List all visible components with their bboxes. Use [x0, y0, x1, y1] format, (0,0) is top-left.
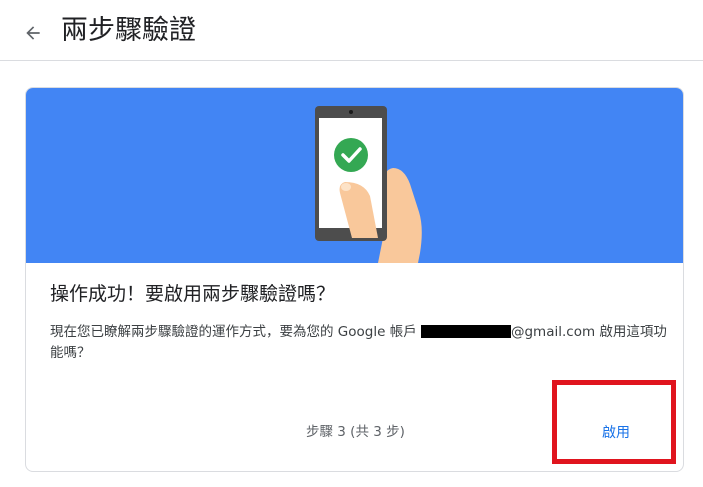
page-header: 兩步驟驗證 [0, 0, 703, 61]
arrow-left-icon [26, 26, 40, 40]
description-text-start: 現在您已瞭解兩步驟驗證的運作方式，要為您的 Google 帳戶 [50, 324, 421, 340]
two-step-verification-page: 兩步驟驗證 操作成功！要啟用兩步驟驗證嗎？ 現在您已瞭解兩步驟驗證的運作方式，要… [0, 0, 703, 487]
enable-button[interactable]: 啟用 [589, 416, 643, 448]
card-title: 操作成功！要啟用兩步驟驗證嗎？ [50, 283, 336, 305]
page-title: 兩步驟驗證 [61, 15, 196, 46]
step-indicator: 步驟 3 (共 3 步) [306, 424, 405, 440]
confirmation-card: 操作成功！要啟用兩步驟驗證嗎？ 現在您已瞭解兩步驟驗證的運作方式，要為您的 Go… [25, 87, 684, 472]
phone-checkmark-illustration [315, 106, 422, 263]
back-button[interactable] [18, 18, 48, 48]
card-description: 現在您已瞭解兩步驟驗證的運作方式，要為您的 Google 帳戶 @gmail.c… [50, 322, 670, 364]
hero-banner [26, 88, 683, 263]
redacted-email [420, 325, 511, 338]
